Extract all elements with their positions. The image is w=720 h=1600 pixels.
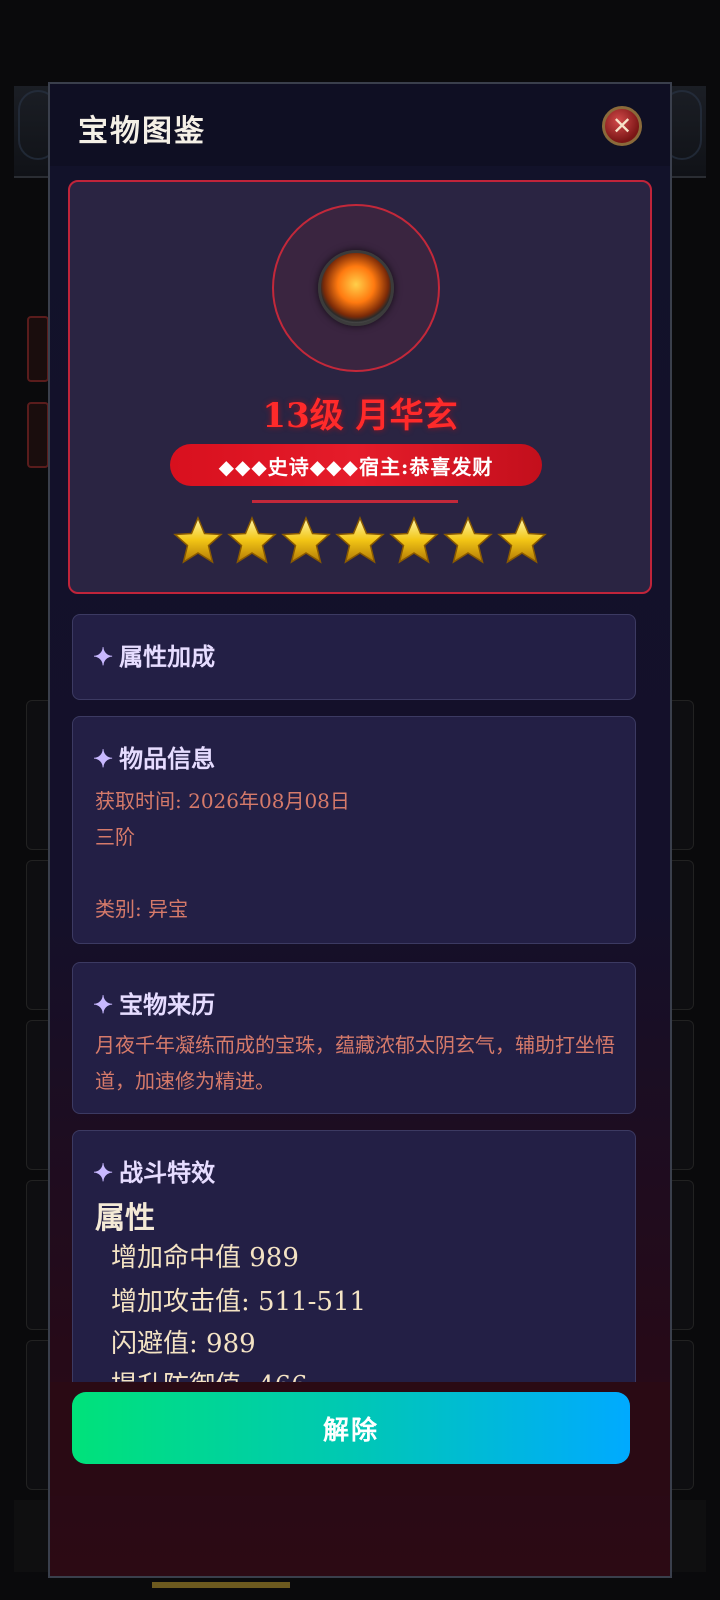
moon-orb-icon	[318, 250, 394, 326]
remove-button-label: 解除	[322, 1415, 379, 1446]
section-attribute-bonus: ✦ 属性加成	[72, 614, 636, 700]
diamond-icon: ✦	[93, 642, 114, 671]
rarity-text: ◆◆◆史诗◆◆◆宿主:恭喜发财	[218, 454, 494, 479]
attribute-heading: 属性	[95, 1201, 155, 1236]
star-rating	[70, 516, 650, 566]
rarity-badge: ◆◆◆史诗◆◆◆宿主:恭喜发财	[170, 444, 542, 486]
close-icon: ✕	[611, 112, 633, 140]
star-icon	[281, 516, 331, 564]
dialog-title: 宝物图鉴	[78, 114, 206, 149]
treasure-dialog: 宝物图鉴 ✕ 13级 月华玄 ◆◆◆史诗◆◆◆宿主:恭喜发财 ✦ 属性加成 ✦ 物品…	[48, 82, 672, 1578]
divider	[252, 500, 458, 503]
close-button[interactable]: ✕	[602, 106, 642, 146]
background-slot	[27, 402, 49, 468]
treasure-card: 13级 月华玄 ◆◆◆史诗◆◆◆宿主:恭喜发财	[68, 180, 652, 594]
section-title: ✦ 战斗特效	[93, 1158, 216, 1187]
background-slot	[27, 316, 49, 382]
attribute-line: 增加命中值 989	[111, 1243, 299, 1273]
treasure-icon-frame	[272, 204, 440, 372]
section-treasure-history: ✦ 宝物来历 月夜千年凝练而成的宝珠，蕴藏浓郁太阴玄气，辅助打坐悟道，加速修为精进…	[72, 962, 636, 1114]
star-icon	[443, 516, 493, 564]
dialog-scroll-content[interactable]: 13级 月华玄 ◆◆◆史诗◆◆◆宿主:恭喜发财 ✦ 属性加成 ✦ 物品信息 获取时间…	[50, 166, 670, 1492]
attribute-line: 闪避值: 989	[111, 1329, 256, 1359]
star-icon	[335, 516, 385, 564]
nav-active-indicator	[152, 1582, 290, 1588]
remove-button[interactable]: 解除	[72, 1392, 630, 1464]
section-title: ✦ 宝物来历	[93, 990, 216, 1019]
dialog-footer: 解除	[50, 1382, 670, 1496]
section-title: ✦ 物品信息	[93, 744, 216, 773]
section-title: ✦ 属性加成	[93, 642, 216, 671]
star-icon	[389, 516, 439, 564]
diamond-icon: ✦	[93, 744, 114, 773]
category-text: 类别: 异宝	[95, 897, 189, 921]
treasure-name: 13级 月华玄	[262, 396, 458, 436]
attribute-line: 增加攻击值: 511-511	[111, 1287, 367, 1317]
star-icon	[497, 516, 547, 564]
dialog-header: 宝物图鉴 ✕	[50, 84, 670, 166]
diamond-icon: ✦	[93, 990, 114, 1019]
star-icon	[173, 516, 223, 564]
tier-text: 三阶	[95, 825, 135, 849]
star-icon	[227, 516, 277, 564]
acquire-time: 获取时间: 2026年08月08日	[95, 789, 350, 813]
section-item-info: ✦ 物品信息 获取时间: 2026年08月08日 三阶 类别: 异宝	[72, 716, 636, 944]
diamond-icon: ✦	[93, 1158, 114, 1187]
history-text: 月夜千年凝练而成的宝珠，蕴藏浓郁太阴玄气，辅助打坐悟道，加速修为精进。	[95, 1033, 615, 1093]
